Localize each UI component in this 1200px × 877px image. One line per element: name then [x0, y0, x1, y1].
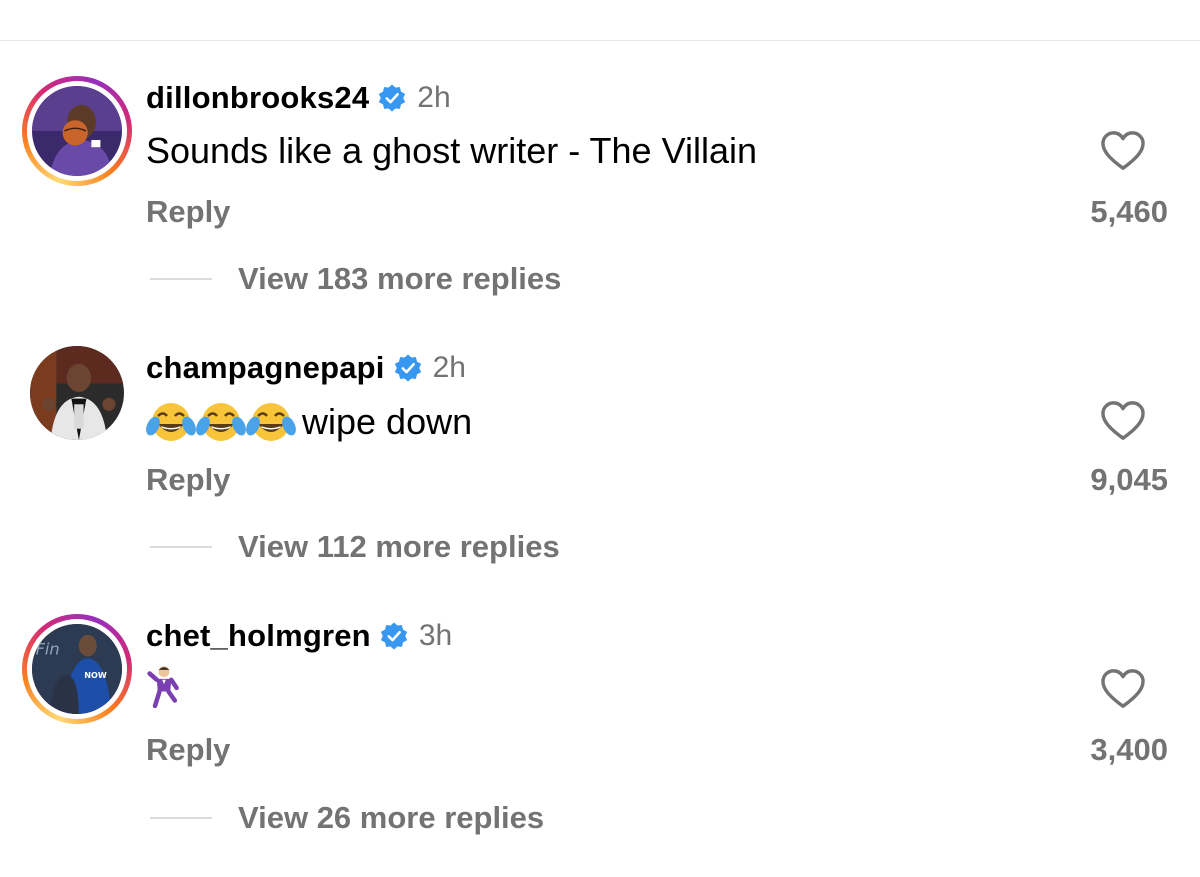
- comment-item: dillonbrooks24 2h Sounds like a ghost wr…: [0, 76, 1200, 308]
- verified-badge-icon: [394, 354, 421, 382]
- verified-badge-icon: [379, 84, 406, 112]
- like-count: 3,400: [1090, 732, 1168, 767]
- replies-divider-line: [150, 546, 212, 548]
- comment-text: wipe down: [146, 400, 472, 444]
- comment-time: 2h: [432, 351, 466, 384]
- reply-button[interactable]: Reply: [146, 732, 230, 768]
- svg-text:NOW: NOW: [84, 670, 107, 680]
- comment-time: 2h: [417, 81, 451, 114]
- heart-outline-icon[interactable]: [1100, 668, 1146, 710]
- replies-divider-line: [150, 278, 212, 280]
- avatar-image: [32, 86, 122, 176]
- heart-outline-icon[interactable]: [1100, 130, 1146, 172]
- comment-text-content: wipe down: [302, 401, 473, 442]
- verified-badge-icon: [380, 622, 407, 650]
- username[interactable]: champagnepapi: [146, 350, 385, 386]
- avatar[interactable]: [22, 338, 132, 448]
- view-replies-label: View 26 more replies: [238, 800, 545, 835]
- comment-header: dillonbrooks24 2h: [146, 78, 451, 118]
- like-count: 9,045: [1090, 462, 1168, 497]
- avatar[interactable]: Fin NOW: [22, 614, 132, 724]
- face-with-tears-of-joy-icon: [146, 403, 196, 441]
- comment-text-content: Sounds like a ghost writer - The Villain: [146, 130, 757, 171]
- username[interactable]: dillonbrooks24: [146, 80, 369, 116]
- avatar[interactable]: [22, 76, 132, 186]
- man-dancing-icon: [147, 666, 179, 709]
- heart-outline-icon[interactable]: [1100, 400, 1146, 442]
- reply-button[interactable]: Reply: [146, 462, 230, 498]
- comment-item: champagnepapi 2h wipe down Reply 9,045 V…: [0, 346, 1200, 578]
- comment-time: 3h: [418, 619, 453, 652]
- comment-header: champagnepapi 2h: [146, 348, 466, 388]
- view-replies-button[interactable]: View 112 more replies: [150, 527, 560, 567]
- view-replies-button[interactable]: View 26 more replies: [150, 798, 544, 838]
- view-replies-label: View 183 more replies: [238, 261, 562, 296]
- face-with-tears-of-joy-icon: [196, 403, 246, 441]
- view-replies-button[interactable]: View 183 more replies: [150, 259, 561, 299]
- svg-text:Fin: Fin: [36, 640, 60, 659]
- avatar-image: Fin NOW: [32, 624, 122, 714]
- username[interactable]: chet_holmgren: [146, 618, 371, 654]
- top-divider: [0, 40, 1200, 41]
- comment-header: chet_holmgren 3h: [146, 616, 452, 656]
- reply-button[interactable]: Reply: [146, 194, 230, 230]
- avatar-image: [30, 346, 124, 440]
- face-with-tears-of-joy-icon: [246, 403, 296, 441]
- comment-text: [146, 664, 182, 710]
- like-count: 5,460: [1090, 194, 1168, 229]
- replies-divider-line: [150, 817, 212, 819]
- view-replies-label: View 112 more replies: [238, 529, 560, 564]
- comment-text: Sounds like a ghost writer - The Villain: [146, 130, 757, 172]
- comment-item: Fin NOW chet_holmgren 3h Reply 3,400 Vie…: [0, 614, 1200, 846]
